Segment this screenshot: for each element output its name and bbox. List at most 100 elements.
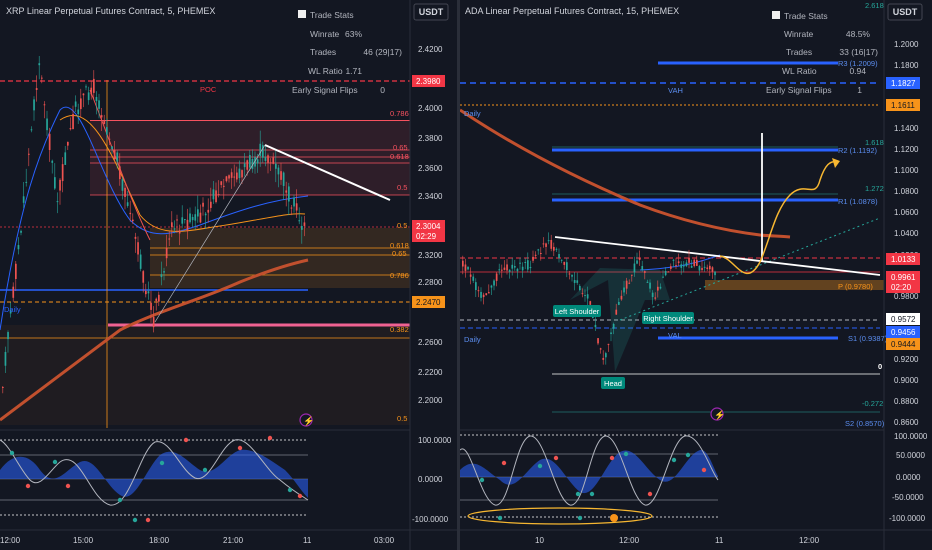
fib-zone-lower: [150, 228, 410, 288]
candle-body: [602, 357, 605, 360]
candle-body: [503, 267, 506, 270]
candle-body: [256, 159, 259, 164]
candle-body: [35, 88, 38, 91]
osc-dot: [609, 455, 615, 461]
candle-body: [644, 271, 646, 273]
candle-body: [249, 154, 251, 168]
checkbox-icon[interactable]: [298, 10, 306, 18]
fib-label: 0.5: [397, 414, 407, 423]
candle-body: [698, 266, 701, 271]
xrp-chart-panel[interactable]: XRP Linear Perpetual Futures Contract, 5…: [0, 0, 457, 550]
head-label: Head: [604, 379, 622, 388]
candle-body: [210, 201, 212, 208]
candle-body: [241, 170, 243, 178]
price-tick: 1.2000: [894, 40, 919, 49]
price-tick: 0.9800: [894, 292, 919, 301]
candle-body: [537, 249, 540, 251]
candle-body: [558, 254, 560, 259]
candle-body: [95, 97, 98, 102]
price-tick: 1.1200: [894, 145, 919, 154]
lightning-glyph: ⚡: [714, 409, 725, 421]
level4-price: 0.9456: [891, 328, 916, 337]
candle-body: [228, 175, 230, 179]
last-price: 2.3004: [416, 222, 441, 231]
daily-label: Daily: [4, 305, 21, 314]
candle-body: [191, 216, 194, 221]
candle-body: [711, 267, 714, 272]
candle-body: [693, 259, 696, 267]
candle-body: [568, 273, 571, 275]
osc-dot: [25, 483, 31, 489]
candle-body: [28, 153, 30, 155]
candle-body: [514, 266, 516, 268]
candle-body: [701, 267, 703, 271]
osc-dot: [183, 437, 189, 443]
projected-path: [719, 160, 839, 275]
candle-body: [150, 302, 152, 310]
candle-body: [126, 202, 129, 206]
candle-body: [41, 77, 43, 79]
osc-dot: [65, 483, 71, 489]
stat-value: 1: [857, 85, 862, 95]
candle-body: [147, 291, 150, 294]
candle-body: [280, 171, 282, 180]
candle-body: [69, 128, 72, 130]
fib-label: 0.382: [390, 325, 409, 334]
candle-body: [293, 197, 295, 207]
candle-body: [638, 257, 641, 260]
candle-body: [519, 262, 521, 264]
osc-dot: [159, 460, 165, 466]
candle-body: [298, 220, 301, 222]
candle-body: [547, 240, 550, 242]
price-tick: 2.2800: [418, 278, 443, 287]
candle-body: [207, 209, 210, 213]
candle-body: [160, 274, 163, 278]
candle-body: [15, 263, 17, 280]
poc-label: POC: [200, 85, 217, 94]
candle-body: [620, 295, 623, 300]
fib-label: -0.272: [862, 399, 883, 408]
checkbox-icon[interactable]: [772, 11, 780, 19]
candle-body: [243, 163, 246, 168]
candle-body: [599, 348, 602, 350]
candle-body: [498, 269, 501, 271]
price-tick: 2.3400: [418, 192, 443, 201]
stat-label: WL Ratio: [308, 66, 343, 76]
osc-dot: [553, 455, 559, 461]
candle-body: [285, 190, 288, 193]
stat-value: 46 (29|17): [363, 47, 402, 57]
candle-body: [714, 271, 716, 276]
vah-price: 1.1827: [891, 79, 916, 88]
candle-body: [267, 155, 269, 163]
candle-body: [472, 276, 475, 281]
candle-body: [581, 293, 584, 295]
ada-chart-panel[interactable]: Left Shoulder Right Shoulder Head ADA Li…: [460, 0, 932, 550]
candle-body: [521, 266, 524, 271]
candle-body: [59, 179, 61, 191]
currency-label: USDT: [893, 7, 918, 17]
candle-body: [38, 63, 41, 66]
candle-body: [225, 176, 228, 182]
candle-body: [672, 259, 675, 261]
candle-body: [560, 259, 563, 261]
candle-body: [670, 266, 672, 269]
candle-body: [709, 265, 711, 270]
candle-body: [703, 266, 706, 268]
osc-dot: [52, 459, 58, 465]
osc-dot: [132, 517, 138, 523]
candle-body: [688, 257, 690, 263]
candle-body: [618, 301, 620, 305]
candle-body: [186, 219, 189, 232]
candle-body: [269, 162, 272, 164]
price-tick: 2.2000: [418, 396, 443, 405]
candle-body: [158, 294, 160, 302]
candle-body: [142, 271, 145, 283]
candle-body: [490, 285, 493, 288]
osc-dot: [501, 460, 507, 466]
fib-label: 0.786: [390, 271, 409, 280]
stat-value: 1.71: [345, 66, 362, 76]
osc-dot: [267, 435, 273, 441]
candle-body: [33, 99, 35, 111]
price-tick: 2.4200: [418, 45, 443, 54]
candle-body: [540, 253, 542, 255]
